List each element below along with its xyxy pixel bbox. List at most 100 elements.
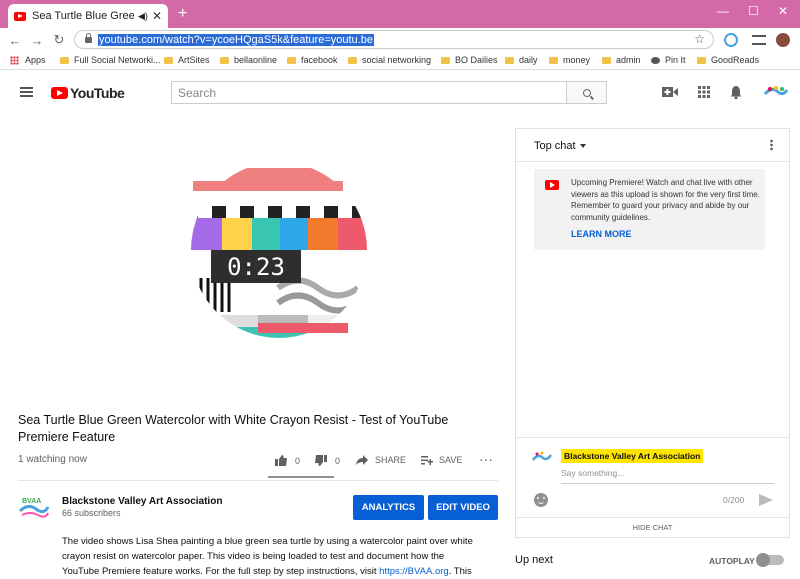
- back-icon[interactable]: ←: [4, 33, 26, 48]
- bookmark-star-icon[interactable]: ☆: [694, 32, 705, 46]
- premiere-text: Upcoming Premiere! Watch and chat live w…: [571, 178, 760, 222]
- folder-icon: [697, 56, 706, 64]
- address-bar[interactable]: youtube.com/watch?v=ycoeHQgaS5k&feature=…: [74, 30, 714, 49]
- forward-icon[interactable]: →: [26, 33, 48, 48]
- subscriber-count: 66 subscribers: [62, 508, 121, 518]
- globe-icon: [651, 56, 660, 64]
- autoplay-label: AUTOPLAY: [709, 556, 755, 566]
- bookmark-folder[interactable]: BO Dailies: [441, 55, 498, 65]
- channel-avatar[interactable]: BVAA: [18, 493, 50, 521]
- bookmark-folder[interactable]: bellaonline: [220, 55, 277, 65]
- bookmark-folder[interactable]: admin: [602, 55, 641, 65]
- like-button[interactable]: 0: [275, 455, 300, 466]
- reading-list-icon[interactable]: [752, 35, 766, 45]
- new-tab-icon[interactable]: +: [178, 5, 187, 23]
- video-description: The video shows Lisa Shea painting a blu…: [62, 536, 473, 577]
- browser-tab[interactable]: Sea Turtle Blue Green Water ◀) ✕: [8, 4, 168, 28]
- maximize-icon[interactable]: ☐: [748, 4, 759, 18]
- up-next-heading: Up next: [515, 554, 553, 566]
- folder-icon: [164, 56, 173, 64]
- url-text[interactable]: youtube.com/watch?v=ycoeHQgaS5k&feature=…: [98, 33, 374, 46]
- folder-icon: [60, 56, 69, 64]
- youtube-play-icon: [51, 87, 68, 99]
- close-tab-icon[interactable]: ✕: [152, 9, 162, 23]
- close-window-icon[interactable]: ✕: [778, 4, 788, 18]
- thumbs-up-icon: [275, 455, 287, 466]
- bookmark-folder[interactable]: social networking: [348, 55, 431, 65]
- folder-icon: [549, 56, 558, 64]
- bookmark-folder[interactable]: facebook: [287, 55, 338, 65]
- channel-avatar-icon[interactable]: [764, 84, 788, 100]
- lock-icon: [85, 32, 92, 43]
- profile-avatar[interactable]: [776, 33, 790, 47]
- more-options-icon[interactable]: [770, 139, 773, 151]
- extension-icon[interactable]: [724, 33, 738, 47]
- bookmark-folder[interactable]: ArtSites: [164, 55, 210, 65]
- folder-icon: [441, 56, 450, 64]
- more-actions-icon[interactable]: ···: [479, 451, 493, 467]
- top-chat-dropdown[interactable]: Top chat: [534, 140, 586, 152]
- character-count: 0/200: [723, 495, 745, 505]
- youtube-play-icon: [545, 180, 559, 190]
- premiere-countdown-graphic: 0:23: [191, 168, 367, 338]
- chevron-down-icon: [579, 144, 586, 149]
- watching-count: 1 watching now: [18, 454, 87, 465]
- speaker-icon[interactable]: ◀): [138, 11, 148, 22]
- folder-icon: [602, 56, 611, 64]
- search-icon: [582, 88, 591, 97]
- folder-icon: [220, 56, 229, 64]
- menu-icon[interactable]: [20, 87, 33, 97]
- search-button[interactable]: [566, 81, 607, 104]
- svg-text:BVAA: BVAA: [22, 498, 41, 505]
- emoji-icon[interactable]: [534, 493, 548, 507]
- reload-icon[interactable]: ↻: [48, 32, 70, 48]
- live-chat-panel: Top chat Upcoming Premiere! Watch and ch…: [515, 128, 790, 538]
- bookmark-folder[interactable]: daily: [505, 55, 538, 65]
- chat-message-input[interactable]: Say something...: [561, 468, 774, 484]
- send-icon[interactable]: [759, 494, 773, 506]
- share-button[interactable]: SHARE: [356, 455, 406, 465]
- dislike-button[interactable]: 0: [315, 455, 340, 466]
- browser-tab-strip: Sea Turtle Blue Green Water ◀) ✕ + — ☐ ✕: [0, 0, 800, 28]
- youtube-logo[interactable]: YouTube: [51, 85, 125, 101]
- youtube-header: YouTube Search: [0, 70, 800, 115]
- bookmark-pinit[interactable]: Pin It: [651, 55, 686, 65]
- bookmarks-bar: Apps Full Social Networki... ArtSites be…: [0, 52, 800, 70]
- share-icon: [356, 455, 368, 465]
- thumbs-down-icon: [315, 455, 327, 466]
- bookmark-folder[interactable]: GoodReads: [697, 55, 759, 65]
- create-video-icon[interactable]: [662, 86, 678, 98]
- learn-more-link[interactable]: LEARN MORE: [571, 229, 632, 239]
- chat-author-name: Blackstone Valley Art Association: [561, 449, 704, 463]
- channel-name[interactable]: Blackstone Valley Art Association: [62, 496, 222, 507]
- analytics-button[interactable]: ANALYTICS: [353, 495, 424, 520]
- bookmark-folder[interactable]: money: [549, 55, 590, 65]
- edit-video-button[interactable]: EDIT VIDEO: [428, 495, 498, 520]
- sentiment-bar: [268, 476, 334, 478]
- video-title: Sea Turtle Blue Green Watercolor with Wh…: [18, 413, 449, 444]
- browser-toolbar: ← → ↻ youtube.com/watch?v=ycoeHQgaS5k&fe…: [0, 28, 800, 52]
- minimize-icon[interactable]: —: [717, 4, 729, 18]
- bookmark-apps[interactable]: Apps: [0, 55, 46, 65]
- save-button[interactable]: SAVE: [421, 455, 462, 465]
- chat-header: Top chat: [516, 129, 789, 162]
- description-link[interactable]: https://BVAA.org: [379, 566, 449, 577]
- folder-icon: [348, 56, 357, 64]
- apps-grid-icon: [10, 55, 19, 65]
- apps-icon[interactable]: [698, 86, 710, 98]
- video-player[interactable]: 0:23: [18, 128, 498, 398]
- search-input[interactable]: Search: [171, 81, 567, 104]
- notifications-bell-icon[interactable]: [730, 85, 742, 99]
- tab-title: Sea Turtle Blue Green Water: [32, 10, 135, 22]
- playlist-add-icon: [421, 456, 433, 465]
- folder-icon: [287, 56, 296, 64]
- premiere-notice: Upcoming Premiere! Watch and chat live w…: [534, 169, 765, 250]
- hide-chat-button[interactable]: HIDE CHAT: [516, 517, 789, 538]
- autoplay-toggle[interactable]: [756, 553, 784, 567]
- bookmark-folder[interactable]: Full Social Networki...: [60, 55, 161, 65]
- chat-user-avatar: [532, 451, 552, 461]
- youtube-favicon-icon: [14, 11, 26, 21]
- chat-input-area: Blackstone Valley Art Association Say so…: [516, 437, 789, 517]
- folder-icon: [505, 56, 514, 64]
- divider: [18, 480, 498, 481]
